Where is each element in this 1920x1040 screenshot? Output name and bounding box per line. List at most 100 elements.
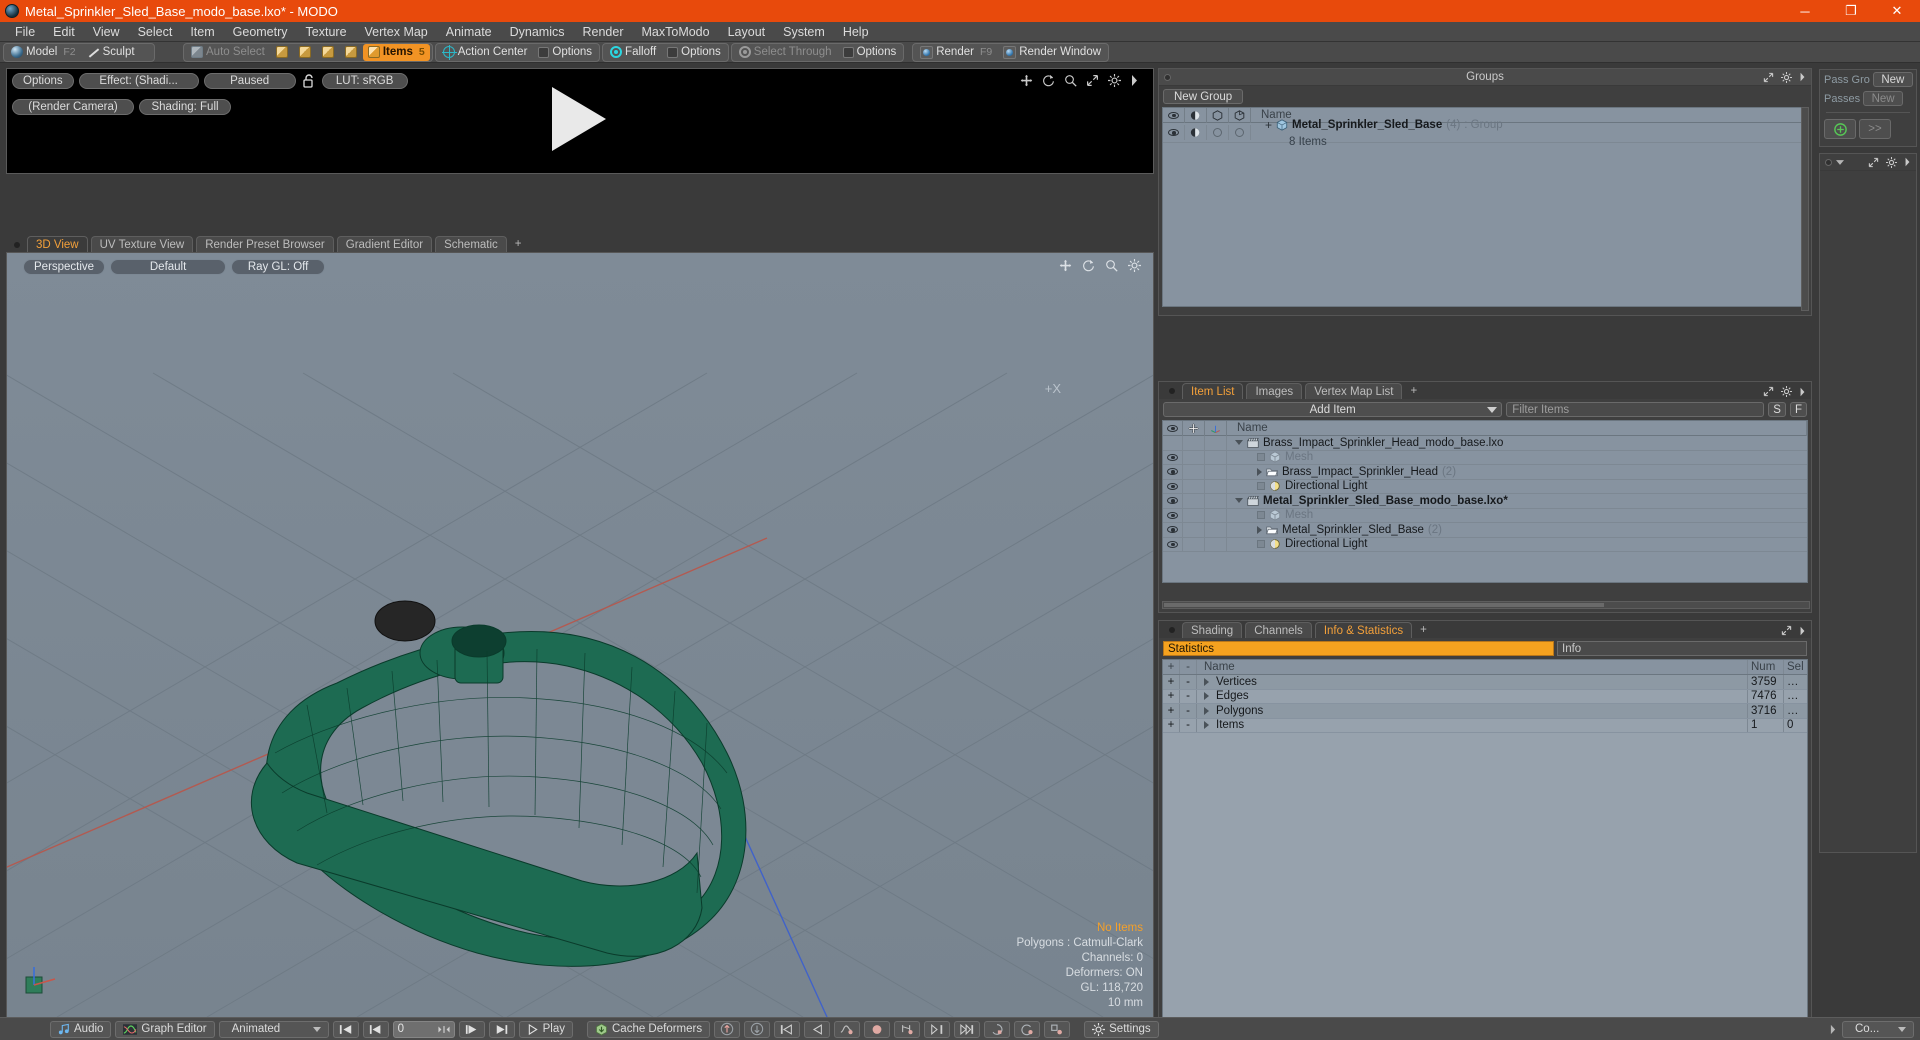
groups-tree[interactable]: Name + Metal_Sprinkler_Sled_Base (4): G… (1162, 107, 1808, 307)
minimize-button[interactable]: ─ (1782, 0, 1828, 22)
statistics-field[interactable]: Statistics (1163, 641, 1554, 656)
filter-s-button[interactable]: S (1768, 402, 1786, 417)
gear-icon[interactable] (1781, 71, 1792, 83)
chevron-right-icon[interactable] (1204, 721, 1209, 730)
menu-item-maxtomodo[interactable]: MaxToModo (633, 22, 719, 42)
render-window-button[interactable]: Render Window (998, 44, 1106, 61)
preview-options-button[interactable]: Options (12, 73, 74, 89)
expander-plus-icon[interactable]: + (1265, 118, 1272, 132)
chevron-right-icon[interactable] (1204, 692, 1209, 701)
panel-handle-icon[interactable] (1825, 158, 1832, 166)
row-transform-toggle[interactable] (1183, 537, 1205, 552)
menu-item-item[interactable]: Item (181, 22, 223, 42)
chevron-right-icon[interactable] (1257, 467, 1262, 476)
add-viewport-tab-button[interactable]: + (510, 236, 527, 252)
curve-key-button[interactable] (834, 1020, 861, 1038)
row-visibility-toggle[interactable] (1163, 508, 1183, 523)
statistics-row[interactable]: + - Items 1 0 (1163, 718, 1807, 733)
statistics-row[interactable]: + - Edges 7476… (1163, 689, 1807, 704)
eye-col-header[interactable] (1163, 420, 1183, 436)
fit-icon[interactable] (1086, 74, 1099, 87)
select-through-button[interactable]: Select Through (734, 44, 837, 61)
move-col-header[interactable] (1183, 420, 1205, 436)
fit-icon[interactable] (1781, 625, 1792, 636)
menu-item-vertex-map[interactable]: Vertex Map (356, 22, 437, 42)
preview-lut-button[interactable]: LUT: sRGB (321, 73, 408, 89)
visible-col-header[interactable] (1163, 107, 1185, 123)
row-visibility-toggle[interactable] (1163, 464, 1183, 479)
cache-deformers-button[interactable]: Cache Deformers (587, 1020, 711, 1038)
viewport-raygl-button[interactable]: Ray GL: Off (231, 259, 326, 275)
item-list-row[interactable]: Mesh (1163, 508, 1807, 523)
row-axis-toggle[interactable] (1205, 435, 1227, 450)
menu-item-layout[interactable]: Layout (719, 22, 775, 42)
gear-icon[interactable] (1781, 386, 1792, 397)
settings-button[interactable]: Settings (1084, 1020, 1159, 1038)
row-axis-toggle[interactable] (1205, 450, 1227, 465)
chevron-right-icon[interactable] (1799, 72, 1806, 82)
unlocked-padlock-icon[interactable] (301, 73, 317, 89)
preview-paused-button[interactable]: Paused (203, 73, 296, 89)
row-cube2-toggle[interactable] (1229, 125, 1251, 140)
row-visibility-toggle[interactable] (1163, 537, 1183, 552)
preview-camera-button[interactable]: (Render Camera) (12, 99, 134, 115)
row-transform-toggle[interactable] (1183, 479, 1205, 494)
gear-icon[interactable] (1886, 156, 1897, 168)
row-visibility-toggle[interactable] (1163, 493, 1183, 508)
passes-new-button[interactable]: New (1863, 91, 1904, 106)
stat-add-button[interactable]: + (1163, 704, 1180, 718)
select-material-button[interactable] (340, 44, 362, 61)
fit-icon[interactable] (1763, 386, 1774, 397)
fit-icon[interactable] (1868, 157, 1879, 168)
stat-remove-button[interactable]: - (1180, 689, 1197, 703)
statistics-row[interactable]: + - Polygons 3716… (1163, 704, 1807, 719)
item-list-hscrollbar[interactable] (1162, 601, 1810, 609)
add-info-tab-button[interactable]: + (1415, 622, 1432, 638)
menu-item-select[interactable]: Select (129, 22, 182, 42)
action-center-button[interactable]: Action Center (438, 44, 533, 61)
maximize-button[interactable]: ❐ (1828, 0, 1874, 22)
menu-item-animate[interactable]: Animate (437, 22, 501, 42)
falloff-options-button[interactable]: Options (662, 44, 726, 61)
add-item-button[interactable]: Add Item (1163, 402, 1503, 417)
spinner-icon[interactable] (438, 1025, 450, 1034)
tab-channels[interactable]: Channels (1245, 622, 1312, 638)
move-icon[interactable] (1059, 259, 1072, 272)
tab-3d-view[interactable]: 3D View (27, 236, 88, 252)
model-mode-button[interactable]: Model F2 (6, 44, 81, 61)
sculpt-mode-button[interactable]: Sculpt (82, 44, 140, 61)
auto-key-button[interactable] (984, 1020, 1011, 1038)
menu-item-system[interactable]: System (774, 22, 834, 42)
chevron-right-icon[interactable] (1257, 525, 1262, 534)
step-back-button[interactable] (362, 1020, 389, 1038)
audio-button[interactable]: Audio (50, 1020, 112, 1038)
item-list-row[interactable]: Brass_Impact_Sprinkler_Head_modo_base.lx… (1163, 435, 1807, 451)
axis-col-header[interactable] (1205, 420, 1227, 436)
row-visibility-toggle[interactable] (1163, 125, 1185, 140)
item-list-row[interactable]: Metal_Sprinkler_Sled_Base (2) (1163, 522, 1807, 538)
row-visibility-toggle[interactable] (1163, 479, 1183, 494)
menu-item-help[interactable]: Help (834, 22, 878, 42)
viewport-shading-button[interactable]: Default (110, 259, 227, 275)
row-cube-toggle[interactable] (1207, 125, 1229, 140)
menu-item-view[interactable]: View (84, 22, 129, 42)
go-to-start-button[interactable] (332, 1020, 359, 1038)
chevron-down-icon[interactable] (1235, 440, 1243, 446)
select-through-options-button[interactable]: Options (838, 44, 902, 61)
menu-item-texture[interactable]: Texture (297, 22, 356, 42)
stat-remove-button[interactable]: - (1180, 718, 1197, 732)
3d-viewport[interactable]: Perspective Default Ray GL: Off +X No It… (6, 252, 1154, 1018)
add-item-list-tab-button[interactable]: + (1405, 383, 1422, 399)
item-list-row[interactable]: Directional Light (1163, 537, 1807, 552)
auto-select-button[interactable]: Auto Select (186, 44, 270, 61)
groups-tree-row[interactable]: + Metal_Sprinkler_Sled_Base (4) : Group … (1163, 118, 1807, 148)
chevron-right-icon[interactable] (1799, 387, 1806, 397)
item-list-row[interactable]: Directional Light (1163, 479, 1807, 494)
shade-col-header[interactable] (1185, 107, 1207, 123)
action-center-options-button[interactable]: Options (533, 44, 597, 61)
item-list-row[interactable]: Metal_Sprinkler_Sled_Base_modo_base.lxo* (1163, 493, 1807, 509)
row-transform-toggle[interactable] (1183, 464, 1205, 479)
tab-shading[interactable]: Shading (1182, 622, 1243, 638)
chevron-right-icon[interactable] (1904, 157, 1911, 167)
key-dot-button[interactable] (864, 1020, 891, 1038)
